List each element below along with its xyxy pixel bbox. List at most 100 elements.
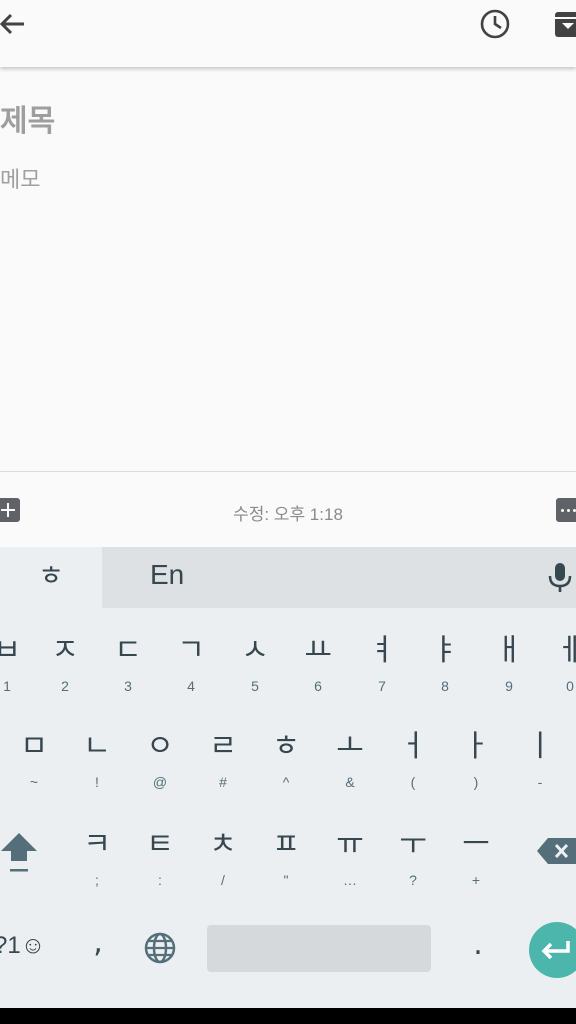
- key-sublabel: (: [410, 774, 416, 790]
- key-label: ㅕ: [368, 633, 396, 668]
- key-g[interactable]: ㄱ4: [161, 615, 221, 705]
- key-m[interactable]: ㅁ ~: [4, 711, 64, 801]
- key-label: ㅓ: [399, 729, 427, 764]
- archive-icon[interactable]: [552, 8, 576, 40]
- key-r[interactable]: ㄹ #: [193, 711, 253, 801]
- space-bar[interactable]: [207, 925, 431, 972]
- key-i[interactable]: ㅣ-: [510, 711, 570, 801]
- enter-button[interactable]: [529, 922, 576, 978]
- key-sublabel: ): [473, 774, 479, 790]
- symbols-key[interactable]: ?1☺: [0, 932, 45, 960]
- key-label: ㅁ: [20, 729, 48, 764]
- period-key[interactable]: .: [466, 927, 490, 962]
- key-yu[interactable]: ㅠ…: [320, 809, 380, 899]
- key-label: ㅠ: [336, 827, 364, 862]
- enter-arrow-icon: [541, 941, 570, 960]
- note-bottom-bar: 수정: 오후 1:18: [0, 471, 576, 548]
- note-editor: [0, 67, 576, 471]
- key-sublabel: 2: [61, 678, 69, 694]
- lang-tab-hangul[interactable]: ㅎ: [0, 547, 102, 608]
- key-label: ㅈ: [51, 633, 79, 668]
- key-sublabel: /: [221, 872, 225, 888]
- key-sublabel: ~: [29, 774, 39, 790]
- key-t[interactable]: ㅌ:: [130, 809, 190, 899]
- key-sublabel: 9: [505, 678, 513, 694]
- key-ng[interactable]: ㅇ @: [130, 711, 190, 801]
- key-ae[interactable]: ㅐ9: [479, 615, 539, 705]
- key-sublabel: ?: [409, 872, 417, 888]
- key-d[interactable]: ㄷ3: [98, 615, 158, 705]
- key-p[interactable]: ㅍ ": [256, 809, 316, 899]
- key-sublabel: …: [343, 872, 357, 888]
- key-sublabel: &: [345, 774, 355, 790]
- key-label: ㅊ: [209, 827, 237, 862]
- lang-en-label: En: [150, 559, 185, 590]
- globe-icon[interactable]: [143, 931, 177, 965]
- key-label: ㄱ: [177, 633, 205, 668]
- key-label: ㄷ: [114, 633, 142, 668]
- key-label: ㅛ: [304, 633, 332, 668]
- key-label: ㅐ: [495, 633, 523, 668]
- key-o[interactable]: ㅗ &: [320, 711, 380, 801]
- keyboard-language-bar: ㅎ En: [0, 547, 576, 608]
- key-sublabel: ;: [95, 872, 99, 888]
- key-k[interactable]: ㅋ;: [67, 809, 127, 899]
- key-label: ㅍ: [272, 827, 300, 862]
- key-sublabel: :: [158, 872, 162, 888]
- key-label: ㅋ: [83, 827, 111, 862]
- microphone-icon[interactable]: [545, 561, 575, 595]
- key-label: ㅅ: [241, 633, 269, 668]
- soft-keyboard: ㅎ En ㅂ1 ㅈ2 ㄷ3 ㄱ4 ㅅ5 ㅛ6 ㅕ7 ㅑ8 ㅐ9 ㅔ0 ㅁ ~ ㄴ!…: [0, 547, 576, 1008]
- key-label: ㅣ: [526, 729, 554, 764]
- key-sublabel: 4: [187, 678, 195, 694]
- comma-key[interactable]: ,: [86, 925, 110, 960]
- key-e[interactable]: ㅔ0: [540, 615, 576, 705]
- edited-timestamp: 수정: 오후 1:18: [233, 505, 343, 524]
- key-h[interactable]: ㅎ ^: [256, 711, 316, 801]
- memo-input[interactable]: 메모: [0, 166, 40, 196]
- key-label: ㅇ: [146, 729, 174, 764]
- key-u[interactable]: ㅜ?: [383, 809, 443, 899]
- title-input[interactable]: 제목: [0, 102, 55, 142]
- key-sublabel: 5: [251, 678, 259, 694]
- key-label: ㅂ: [0, 633, 21, 668]
- key-sublabel: 8: [441, 678, 449, 694]
- key-label: ㅌ: [146, 827, 174, 862]
- key-label: ㅎ: [272, 729, 300, 764]
- key-b[interactable]: ㅂ1: [0, 615, 37, 705]
- key-sublabel: @: [152, 774, 168, 790]
- key-ya[interactable]: ㅑ8: [415, 615, 475, 705]
- key-j[interactable]: ㅈ2: [35, 615, 95, 705]
- key-sublabel: 1: [3, 678, 11, 694]
- key-a[interactable]: ㅏ): [446, 711, 506, 801]
- backspace-icon[interactable]: [536, 835, 576, 867]
- clock-icon[interactable]: [479, 8, 511, 40]
- key-label: ㄹ: [209, 729, 237, 764]
- key-sublabel: 6: [314, 678, 322, 694]
- key-sublabel: +: [471, 872, 481, 888]
- key-sublabel: #: [219, 774, 227, 790]
- key-sublabel: 0: [566, 678, 574, 694]
- key-label: ㅗ: [336, 729, 364, 764]
- key-yo[interactable]: ㅛ6: [288, 615, 348, 705]
- arrow-back-icon[interactable]: [0, 8, 28, 40]
- key-s[interactable]: ㅅ5: [225, 615, 285, 705]
- shift-icon[interactable]: [0, 827, 38, 877]
- top-app-bar: [0, 0, 576, 67]
- key-label: ㅔ: [556, 633, 576, 668]
- key-label: ㅡ: [462, 827, 490, 862]
- key-sublabel: ^: [282, 774, 290, 790]
- system-nav-bar: [0, 1008, 576, 1024]
- more-dots-icon[interactable]: [556, 498, 576, 522]
- key-yeo[interactable]: ㅕ7: [352, 615, 412, 705]
- key-label: ㅏ: [462, 729, 490, 764]
- key-sublabel: -: [537, 774, 543, 790]
- key-eu[interactable]: ㅡ +: [446, 809, 506, 899]
- key-sublabel: 3: [124, 678, 132, 694]
- key-eo[interactable]: ㅓ(: [383, 711, 443, 801]
- key-sublabel: 7: [378, 678, 386, 694]
- key-label: ㅑ: [431, 633, 459, 668]
- key-ch[interactable]: ㅊ /: [193, 809, 253, 899]
- key-n[interactable]: ㄴ!: [67, 711, 127, 801]
- lang-tab-english[interactable]: En: [102, 547, 576, 608]
